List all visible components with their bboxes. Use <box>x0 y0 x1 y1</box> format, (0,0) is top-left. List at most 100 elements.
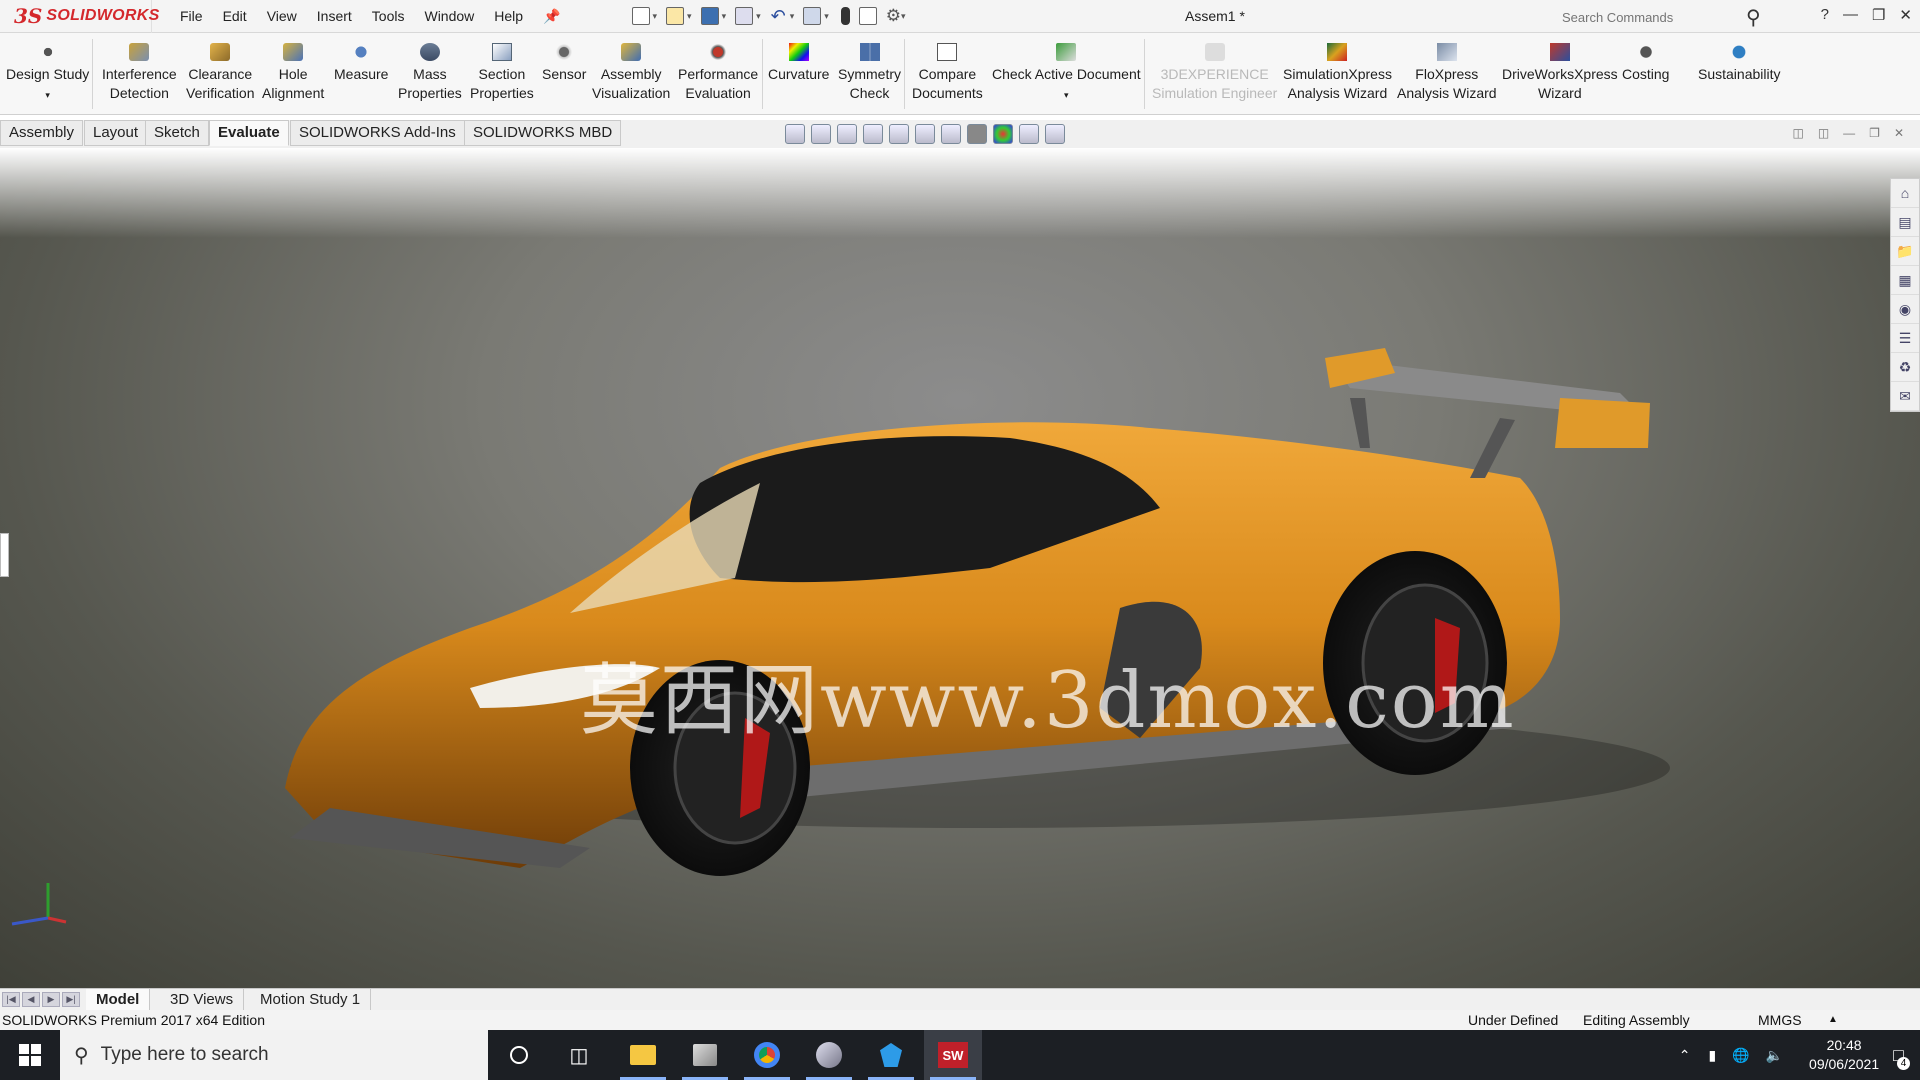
taskbar-search[interactable]: ⚲ Type here to search <box>60 1030 488 1080</box>
curvature-button[interactable]: Curvature <box>768 43 829 84</box>
previous-view-icon[interactable] <box>837 124 857 144</box>
interference-detection-button[interactable]: Interference Detection <box>102 43 177 103</box>
print-icon[interactable] <box>735 7 754 25</box>
mass-properties-button[interactable]: Mass Properties <box>398 43 462 103</box>
menu-tools[interactable]: Tools <box>372 8 405 25</box>
tab-assembly[interactable]: Assembly <box>0 120 84 146</box>
menu-help[interactable]: Help <box>494 8 523 25</box>
last-tab-icon[interactable]: ▶| <box>62 992 80 1007</box>
unit-system[interactable]: MMGS <box>1758 1010 1802 1030</box>
compare-documents-button[interactable]: Compare Documents <box>912 43 983 103</box>
3dmax-app-icon[interactable] <box>800 1030 858 1080</box>
zoom-to-fit-icon[interactable] <box>785 124 805 144</box>
file-properties-icon[interactable] <box>858 7 877 25</box>
design-library-icon[interactable]: ▤ <box>1891 208 1919 237</box>
feature-manager-toggle[interactable] <box>0 533 9 577</box>
view-palette-icon[interactable]: ▦ <box>1891 266 1919 295</box>
doc-restore-icon[interactable]: ❐ <box>1869 126 1880 140</box>
apply-scene-icon[interactable] <box>1019 124 1039 144</box>
paint-app-icon[interactable] <box>676 1030 734 1080</box>
tab-mbd[interactable]: SOLIDWORKS MBD <box>464 120 622 146</box>
taskbar-clock[interactable]: 20:48 09/06/2021 <box>1809 1036 1879 1074</box>
tab-model[interactable]: Model <box>86 989 151 1010</box>
select-icon[interactable] <box>803 7 822 25</box>
solidworks-app-icon[interactable]: SW <box>924 1030 982 1080</box>
tile-horizontal-icon[interactable]: ◫ <box>1792 126 1803 140</box>
design-study-button[interactable]: Design Study ▾ <box>6 43 89 105</box>
sustainability-button[interactable]: Sustainability <box>1698 43 1781 84</box>
tab-addins[interactable]: SOLIDWORKS Add-Ins <box>290 120 465 146</box>
doc-close-icon[interactable]: ✕ <box>1894 126 1904 140</box>
measure-button[interactable]: Measure <box>334 43 388 84</box>
performance-evaluation-button[interactable]: Performance Evaluation <box>678 43 758 103</box>
menu-window[interactable]: Window <box>424 8 474 25</box>
windows-start-button[interactable] <box>0 1030 60 1080</box>
solidworks-logo[interactable]: 3S SOLIDWORKS <box>0 0 159 33</box>
3dexperience-simulation-button[interactable]: 3DEXPERIENCE Simulation Engineer <box>1152 43 1277 103</box>
menu-edit[interactable]: Edit <box>223 8 247 25</box>
tab-evaluate[interactable]: Evaluate <box>209 120 289 146</box>
first-tab-icon[interactable]: |◀ <box>2 992 20 1007</box>
help-icon[interactable]: ? <box>1821 6 1829 24</box>
sensor-button[interactable]: Sensor <box>542 43 586 84</box>
doc-minimize-icon[interactable]: — <box>1843 126 1855 140</box>
view-orientation-icon[interactable] <box>915 124 935 144</box>
tab-motion-study[interactable]: Motion Study 1 <box>250 989 372 1010</box>
section-view-icon[interactable] <box>863 124 883 144</box>
options-icon[interactable]: ⚙ <box>886 6 901 26</box>
simulationxpress-button[interactable]: SimulationXpress Analysis Wizard <box>1283 43 1392 103</box>
clearance-verification-button[interactable]: Clearance Verification <box>186 43 254 103</box>
restore-icon[interactable]: ❐ <box>1872 6 1885 24</box>
appearances-icon[interactable]: ◉ <box>1891 295 1919 324</box>
minimize-icon[interactable]: — <box>1843 6 1858 24</box>
hide-show-items-icon[interactable] <box>967 124 987 144</box>
cortana-icon[interactable] <box>490 1030 548 1080</box>
battery-icon[interactable]: ▮ <box>1708 1047 1716 1064</box>
tab-3d-views[interactable]: 3D Views <box>160 989 245 1010</box>
file-explorer-icon[interactable]: 📁 <box>1891 237 1919 266</box>
display-style-icon[interactable] <box>941 124 961 144</box>
community-icon[interactable]: ✉ <box>1891 382 1919 411</box>
undo-icon[interactable]: ↶ <box>771 6 786 27</box>
pin-icon[interactable]: 📌 <box>543 8 560 25</box>
network-icon[interactable]: 🌐 <box>1732 1047 1749 1064</box>
assembly-visualization-button[interactable]: Assembly Visualization <box>592 43 670 103</box>
tile-vertical-icon[interactable]: ◫ <box>1818 126 1829 140</box>
file-explorer-app-icon[interactable] <box>614 1030 672 1080</box>
tab-sketch[interactable]: Sketch <box>145 120 209 146</box>
show-hidden-icons[interactable]: ⌃ <box>1679 1047 1691 1064</box>
menu-file[interactable]: File <box>180 8 203 25</box>
symmetry-check-button[interactable]: Symmetry Check <box>838 43 901 103</box>
prev-tab-icon[interactable]: ◀ <box>22 992 40 1007</box>
graphics-area[interactable]: 莫西网www.3dmox.com <box>0 148 1920 988</box>
home-icon[interactable]: ⌂ <box>1891 179 1919 208</box>
notification-center-icon[interactable]: □ 4 <box>1893 1045 1910 1070</box>
tab-layout[interactable]: Layout <box>84 120 148 146</box>
next-tab-icon[interactable]: ▶ <box>42 992 60 1007</box>
task-view-icon[interactable]: ◫ <box>550 1030 608 1080</box>
search-icon[interactable]: ⚲ <box>1746 5 1761 30</box>
dynamic-annotation-icon[interactable] <box>889 124 909 144</box>
save-icon[interactable] <box>700 7 719 25</box>
car-model[interactable] <box>0 148 1920 988</box>
open-icon[interactable] <box>666 7 685 25</box>
zoom-to-area-icon[interactable] <box>811 124 831 144</box>
new-document-icon[interactable] <box>631 7 650 25</box>
edit-appearance-icon[interactable] <box>993 124 1013 144</box>
volume-icon[interactable]: 🔈 <box>1766 1047 1783 1064</box>
close-icon[interactable]: ✕ <box>1899 6 1912 24</box>
custom-properties-icon[interactable]: ☰ <box>1891 324 1919 353</box>
chrome-app-icon[interactable] <box>738 1030 796 1080</box>
costing-button[interactable]: Costing <box>1622 43 1669 84</box>
rebuild-icon[interactable] <box>840 7 850 25</box>
unit-caret-icon[interactable]: ▲ <box>1828 1010 1838 1030</box>
menu-view[interactable]: View <box>267 8 297 25</box>
solidworks-forum-icon[interactable]: ♻ <box>1891 353 1919 382</box>
driveworksxpress-button[interactable]: DriveWorksXpress Wizard <box>1502 43 1618 103</box>
floxpress-button[interactable]: FloXpress Analysis Wizard <box>1397 43 1497 103</box>
check-active-document-button[interactable]: Check Active Document ▾ <box>992 43 1141 105</box>
search-input[interactable] <box>1554 5 1746 29</box>
menu-insert[interactable]: Insert <box>317 8 352 25</box>
section-properties-button[interactable]: Section Properties <box>470 43 534 103</box>
view-settings-icon[interactable] <box>1045 124 1065 144</box>
